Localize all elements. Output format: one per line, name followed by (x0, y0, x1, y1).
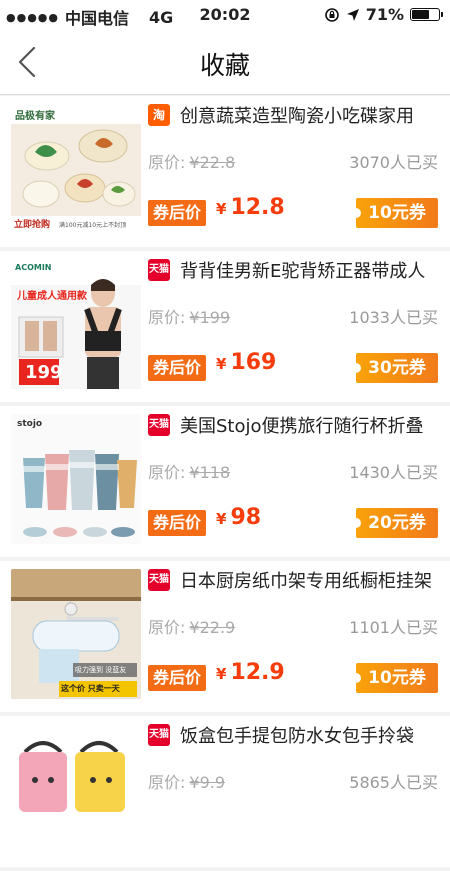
coupon-button[interactable]: 10元券 (355, 198, 438, 228)
sold-count: 1033人已买 (349, 308, 438, 327)
thumb-footer: 立即抢购 (14, 220, 51, 230)
thumb-brand: ACOMIN (15, 263, 52, 272)
coupon-button[interactable]: 30元券 (355, 353, 438, 383)
product-image-lunch-bags (11, 724, 141, 854)
original-price-row: 原价: ¥118 (148, 459, 230, 483)
tmall-badge: 天猫 (148, 414, 170, 436)
list-item[interactable]: 天猫 饭盒包手提包防水女包手拎袋 原价: ¥9.9 5865人已买 (0, 716, 450, 867)
product-image: 品极有家 立即抢购 满100元减10元上不封顶 (11, 104, 141, 234)
original-price: ¥22.9 (189, 618, 236, 637)
product-title: 创意蔬菜造型陶瓷小吃碟家用 (180, 106, 414, 127)
coupon-button[interactable]: 20元券 (355, 508, 438, 538)
coupon-button[interactable]: 10元券 (355, 663, 438, 693)
tmall-badge: 天猫 (148, 569, 170, 591)
tmall-badge: 天猫 (148, 724, 170, 746)
after-coupon-price: ¥12.9 (216, 660, 285, 685)
sold-count: 3070人已买 (349, 153, 438, 172)
original-price-row: 原价: ¥22.8 (148, 149, 235, 173)
product-title: 背背佳男新E驼背矫正器带成人 (180, 261, 426, 282)
list-item[interactable]: ACOMIN 儿童成人通用款 199 天猫 背背佳男新E驼背矫正器带成人 原价:… (0, 251, 450, 402)
sold-count: 1430人已买 (349, 463, 438, 482)
original-price: ¥199 (189, 308, 231, 327)
tmall-badge: 天猫 (148, 259, 170, 281)
list-item[interactable]: 品极有家 立即抢购 满100元减10元上不封顶 淘 创意蔬菜造型陶瓷小吃碟家用 … (0, 96, 450, 247)
product-image-collapsible-cups (11, 414, 141, 544)
original-price-label: 原价: (148, 463, 186, 482)
location-icon (346, 8, 359, 21)
list-item[interactable]: stojo 天猫 美国Stojo便携旅行随行杯折叠 原价: ¥118 1430人已… (0, 406, 450, 557)
battery-icon (410, 8, 443, 21)
thumb-brand: stojo (17, 419, 43, 429)
list-item[interactable]: 吸力强到 没蓝友 这个价 只卖一天 天猫 日本厨房纸巾架专用纸橱柜挂架 原价: ¥… (0, 561, 450, 712)
after-price-value: 12.9 (230, 660, 285, 685)
sold-count: 5865人已买 (349, 773, 438, 792)
after-coupon-price: ¥98 (216, 505, 261, 530)
after-price-value: 98 (230, 505, 262, 530)
currency-symbol: ¥ (216, 510, 227, 528)
product-image-paper-towel-holder (11, 569, 141, 699)
original-price-label: 原价: (148, 308, 186, 327)
battery-percent: 71% (365, 5, 404, 24)
after-coupon-price: ¥12.8 (216, 195, 285, 220)
original-price-row: 原价: ¥199 (148, 304, 230, 328)
currency-symbol: ¥ (216, 665, 227, 683)
product-image: 吸力强到 没蓝友 这个价 只卖一天 (11, 569, 141, 699)
product-image-ceramic-dishes (11, 104, 141, 234)
original-price-label: 原价: (148, 618, 186, 637)
product-image: stojo (11, 414, 141, 544)
thumb-promo: 这个价 只卖一天 (61, 684, 120, 693)
battery-fill (412, 10, 430, 19)
original-price: ¥118 (189, 463, 231, 482)
product-title: 饭盒包手提包防水女包手拎袋 (180, 726, 414, 747)
original-price-label: 原价: (148, 773, 186, 792)
after-price-value: 169 (230, 350, 277, 375)
original-price-row: 原价: ¥22.9 (148, 614, 235, 638)
after-coupon-tag: 券后价 (148, 510, 206, 536)
after-coupon-tag: 券后价 (148, 200, 206, 226)
product-image: ACOMIN 儿童成人通用款 199 (11, 259, 141, 389)
original-price: ¥22.8 (189, 153, 236, 172)
after-coupon-tag: 券后价 (148, 355, 206, 381)
status-right: 71% (324, 5, 443, 24)
thumb-text: 儿童成人通用款 (17, 291, 87, 302)
product-title: 日本厨房纸巾架专用纸橱柜挂架 (180, 571, 432, 592)
status-bar: ●●●●● 中国电信 4G 20:02 71% (0, 0, 450, 30)
thumb-price: 199 (25, 362, 63, 383)
currency-symbol: ¥ (216, 355, 227, 373)
after-coupon-tag: 券后价 (148, 665, 206, 691)
after-coupon-price: ¥169 (216, 350, 276, 375)
thumb-note: 满100元减10元上不封顶 (59, 222, 127, 229)
original-price: ¥9.9 (189, 773, 226, 792)
product-image (11, 724, 141, 854)
taobao-badge: 淘 (148, 104, 170, 126)
rotation-lock-icon (324, 7, 339, 22)
original-price-label: 原价: (148, 153, 186, 172)
product-title: 美国Stojo便携旅行随行杯折叠 (180, 416, 424, 437)
after-price-value: 12.8 (230, 195, 285, 220)
nav-bar: 收藏 (0, 30, 450, 95)
thumb-banner: 品极有家 (15, 111, 55, 122)
thumb-text: 吸力强到 没蓝友 (75, 666, 127, 674)
currency-symbol: ¥ (216, 200, 227, 218)
sold-count: 1101人已买 (349, 618, 438, 637)
original-price-row: 原价: ¥9.9 (148, 769, 225, 793)
favorites-list: 品极有家 立即抢购 满100元减10元上不封顶 淘 创意蔬菜造型陶瓷小吃碟家用 … (0, 96, 450, 871)
page-title: 收藏 (199, 51, 250, 80)
